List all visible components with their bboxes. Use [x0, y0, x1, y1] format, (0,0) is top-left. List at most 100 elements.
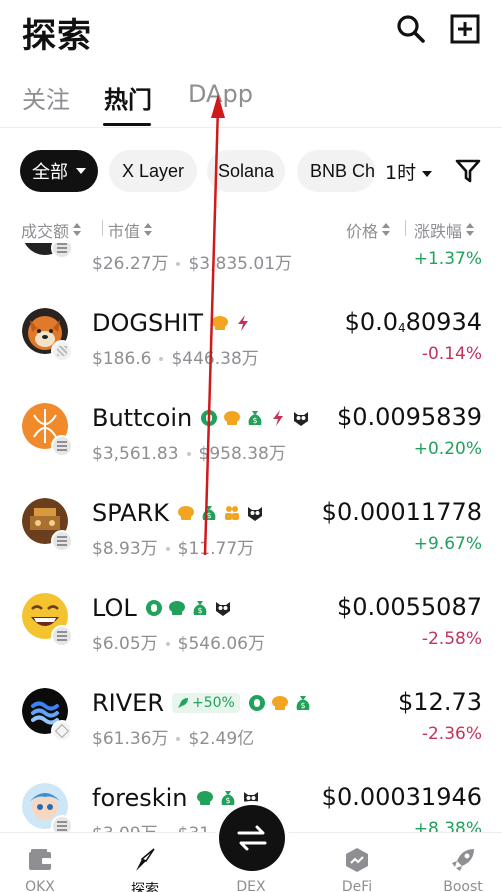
token-row[interactable]: $26.27万 $3,835.01万 +1.37%: [0, 243, 502, 300]
tab-hot[interactable]: 热门: [104, 80, 152, 115]
active-tab-indicator: [103, 123, 151, 126]
chain-filter-bnb[interactable]: BNB Ch: [297, 150, 375, 192]
svg-text:$: $: [225, 796, 230, 805]
defi-chart-icon: [346, 848, 368, 872]
tab-follow[interactable]: 关注: [22, 80, 70, 115]
money-bag-icon: $: [193, 601, 207, 615]
filter-bar: 全部 X Layer Solana BNB Ch 1时: [0, 150, 502, 194]
chef-hat-icon: [196, 791, 213, 805]
wallet-icon: [29, 849, 51, 870]
search-icon[interactable]: [395, 13, 427, 45]
token-name: foreskin: [92, 784, 188, 812]
token-change: -2.36%: [421, 724, 482, 744]
chevron-down-icon: [422, 170, 433, 177]
chain-filter-xlayer[interactable]: X Layer: [109, 150, 197, 192]
sort-volume[interactable]: 成交额: [21, 218, 82, 242]
chain-badge-icon: [51, 720, 73, 742]
chain-filter-all[interactable]: 全部: [20, 150, 98, 192]
tab-bar: 关注 热门 DApp: [0, 68, 502, 128]
sort-icon: [382, 223, 391, 237]
chef-hat-icon: [271, 696, 288, 710]
col-mcap-label: 市值: [108, 222, 141, 241]
token-name: LOL: [92, 594, 137, 622]
token-stats: $61.36万 $2.49亿: [92, 724, 254, 749]
rocket-icon: [452, 849, 474, 871]
chain-badge-icon: [51, 815, 73, 833]
token-name-line: SPARK $: [92, 499, 264, 527]
sort-icon: [73, 223, 82, 237]
time-range-select[interactable]: 1时: [385, 158, 433, 185]
token-mcap: $3,835.01万: [188, 254, 293, 274]
boost-badge: +50%: [172, 693, 240, 713]
sort-price[interactable]: 价格: [346, 218, 391, 242]
svg-text:$: $: [253, 416, 258, 425]
chain-filter-all-label: 全部: [32, 162, 68, 183]
page-title: 探索: [22, 16, 92, 56]
divider: [102, 220, 103, 236]
token-name-line: DOGSHIT: [92, 309, 252, 337]
token-mcap: $958.38万: [198, 444, 286, 464]
rocket-icon: [178, 698, 189, 708]
sort-mcap[interactable]: 市值: [108, 218, 153, 242]
token-volume: $6.05万: [92, 634, 158, 654]
chef-hat-icon: [224, 411, 241, 425]
token-price: $0.0055087: [336, 593, 482, 621]
compass-icon: [136, 848, 155, 871]
token-stats: $6.05万 $546.06万: [92, 629, 265, 654]
nav-label: 探索: [131, 882, 159, 892]
svg-text:$: $: [300, 701, 305, 710]
nav-okx[interactable]: OKX: [0, 833, 80, 892]
token-row[interactable]: SPARK $ $8.93万 $11.77万 $0.00011778 +9.67%: [0, 490, 502, 585]
tab-dapp[interactable]: DApp: [188, 80, 253, 108]
nav-explore[interactable]: 探索: [105, 833, 185, 892]
nav-label: Boost: [443, 879, 483, 892]
token-change: -2.58%: [421, 629, 482, 649]
nav-boost[interactable]: Boost: [423, 833, 502, 892]
token-name: Buttcoin: [92, 404, 193, 432]
token-name-line: RIVER +50% $: [92, 689, 312, 717]
token-row[interactable]: RIVER +50% $ $61.36万 $2.49亿 $12.73 -2.36%: [0, 680, 502, 775]
add-square-icon[interactable]: [449, 13, 481, 45]
pill-icon: [201, 410, 218, 426]
filter-funnel-icon[interactable]: [455, 158, 481, 184]
token-volume: $26.27万: [92, 254, 169, 274]
users-icon: [225, 506, 240, 520]
token-name: SPARK: [92, 499, 170, 527]
chain-badge-icon: [51, 340, 73, 362]
token-change: +8.38%: [413, 819, 482, 833]
svg-text:$: $: [197, 606, 202, 615]
token-list: $26.27万 $3,835.01万 +1.37% DOGSHIT $186.6 $…: [0, 243, 502, 833]
token-price: $0.0095839: [336, 403, 482, 431]
chef-hat-icon: [212, 316, 228, 330]
swap-fab[interactable]: [219, 805, 285, 871]
token-change: +9.67%: [413, 534, 482, 554]
boost-value: +50%: [192, 695, 235, 711]
col-change-label: 涨跌幅: [414, 222, 463, 241]
token-row[interactable]: DOGSHIT $186.6 $446.38万 $0.0480934 -0.14%: [0, 300, 502, 395]
token-mcap: $11.77万: [177, 539, 255, 559]
sort-change[interactable]: 涨跌幅: [414, 218, 475, 242]
token-stats: $3,561.83 $958.38万: [92, 439, 286, 464]
token-price: $0.00011778: [321, 498, 482, 526]
svg-text:$: $: [206, 511, 211, 520]
chain-badge-icon: [51, 243, 73, 259]
nav-label: OKX: [25, 879, 55, 892]
token-price-tail: 80934: [405, 308, 482, 336]
token-row[interactable]: LOL $ $6.05万 $546.06万 $0.0055087 -2.58%: [0, 585, 502, 680]
token-stats: $8.93万 $11.77万: [92, 534, 254, 559]
chain-filter-solana[interactable]: Solana: [207, 150, 285, 192]
token-name-line: foreskin $: [92, 784, 260, 812]
owl-icon: [248, 507, 263, 521]
divider: [405, 220, 406, 236]
pill-icon: [145, 600, 162, 616]
money-bag-icon: $: [221, 791, 234, 805]
nav-label: DEX: [236, 879, 266, 892]
nav-defi[interactable]: DeFi: [317, 833, 397, 892]
time-range-label: 1时: [385, 162, 417, 184]
owl-icon: [294, 412, 309, 426]
token-row[interactable]: Buttcoin $ $3,561.83 $958.38万 $0.0095839 …: [0, 395, 502, 490]
money-bag-icon: $: [248, 411, 262, 425]
lightning-icon: [273, 410, 284, 426]
money-bag-icon: $: [202, 506, 216, 520]
token-stats: $186.6 $446.38万: [92, 344, 259, 369]
